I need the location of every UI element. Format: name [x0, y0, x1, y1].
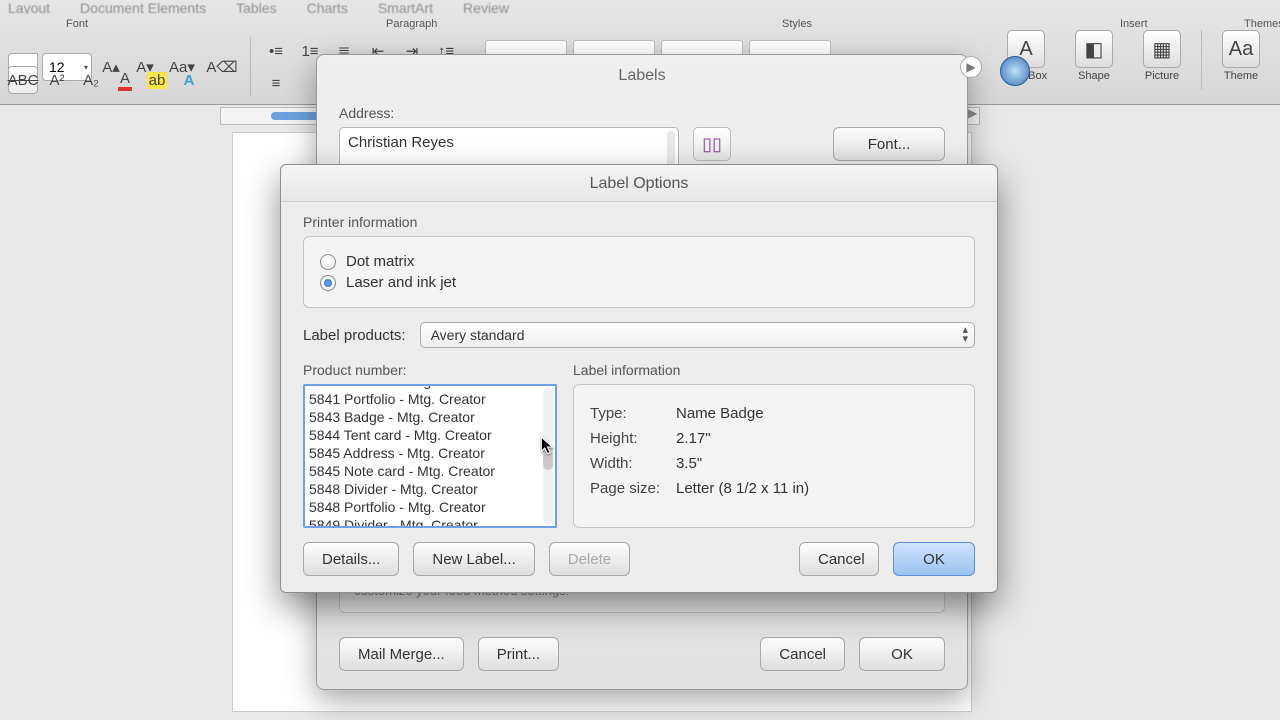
help-icon[interactable] — [1000, 56, 1030, 86]
address-label: Address: — [339, 105, 945, 121]
labels-dialog-title: Labels — [317, 55, 967, 91]
info-type-key: Type: — [590, 405, 676, 422]
section-paragraph: Paragraph — [386, 18, 437, 30]
details-button[interactable]: Details... — [303, 542, 399, 576]
tab-review[interactable]: Review — [463, 0, 509, 14]
radio-icon — [320, 254, 336, 270]
label-information-box: Type:Name Badge Height:2.17" Width:3.5" … — [573, 384, 975, 528]
product-number-label: Product number: — [303, 362, 557, 378]
section-insert: Insert — [1120, 18, 1148, 30]
label-products-dropdown[interactable]: Avery standard ▴▾ — [420, 322, 975, 348]
labels-ok-button[interactable]: OK — [859, 637, 945, 671]
radio-laser[interactable]: Laser and ink jet — [320, 274, 958, 291]
info-type-value: Name Badge — [676, 405, 764, 422]
info-width-value: 3.5" — [676, 455, 702, 472]
radio-icon — [320, 275, 336, 291]
insert-picture[interactable]: ▦Picture — [1133, 30, 1191, 82]
align-left-icon[interactable]: ≡ — [261, 69, 291, 97]
list-item[interactable]: 5845 Address - Mtg. Creator — [309, 444, 541, 462]
section-styles: Styles — [782, 18, 812, 30]
section-themes: Themes — [1244, 18, 1280, 30]
list-item[interactable]: 5849 Divider - Mtg. Creator — [309, 516, 541, 528]
strikethrough-icon[interactable]: ABC — [8, 66, 38, 94]
label-information-heading: Label information — [573, 362, 975, 378]
tab-charts[interactable]: Charts — [307, 0, 348, 14]
new-label-button[interactable]: New Label... — [413, 542, 534, 576]
info-height-key: Height: — [590, 430, 676, 447]
styles-scroll-right-icon[interactable]: ▶ — [960, 56, 982, 78]
delete-button[interactable]: Delete — [549, 542, 630, 576]
list-item[interactable]: 5848 Divider - Mtg. Creator — [309, 480, 541, 498]
list-item[interactable]: 5844 Tent card - Mtg. Creator — [309, 426, 541, 444]
section-font: Font — [66, 18, 88, 30]
contacts-button[interactable]: ▯▯ — [693, 127, 731, 161]
insert-shape[interactable]: ◧Shape — [1065, 30, 1123, 82]
list-item[interactable]: 5841 Portfolio - Mtg. Creator — [309, 390, 541, 408]
clear-formatting-icon[interactable]: A⌫ — [204, 53, 240, 81]
tab-layout[interactable]: Layout — [8, 0, 50, 14]
tab-tables[interactable]: Tables — [236, 0, 276, 14]
font-color-icon[interactable]: A — [110, 66, 140, 94]
label-options-dialog: Label Options Printer information Dot ma… — [280, 164, 998, 593]
font-button[interactable]: Font... — [833, 127, 945, 161]
ribbon-tabs: Layout Document Elements Tables Charts S… — [0, 0, 1280, 14]
list-item[interactable]: 5845 Note card - Mtg. Creator — [309, 462, 541, 480]
print-button[interactable]: Print... — [478, 637, 559, 671]
printer-info-label: Printer information — [303, 214, 975, 230]
options-cancel-button[interactable]: Cancel — [799, 542, 879, 576]
info-height-value: 2.17" — [676, 430, 711, 447]
info-page-value: Letter (8 1/2 x 11 in) — [676, 480, 809, 497]
label-options-title: Label Options — [281, 165, 997, 202]
info-width-key: Width: — [590, 455, 676, 472]
themes-button[interactable]: AaTheme — [1212, 30, 1270, 82]
info-page-key: Page size: — [590, 480, 676, 497]
bullets-icon[interactable]: •≡ — [261, 37, 291, 65]
label-products-label: Label products: — [303, 327, 406, 344]
highlight-color-icon[interactable]: ab — [142, 66, 172, 94]
chevron-updown-icon: ▴▾ — [962, 326, 968, 344]
themes-icon: Aa — [1222, 30, 1260, 68]
product-number-listbox[interactable]: 5840 Portfolio - Mtg. Creator 5841 Portf… — [303, 384, 557, 528]
subscript-icon[interactable]: A₂ — [76, 66, 106, 94]
picture-icon: ▦ — [1143, 30, 1181, 68]
tab-doc-elements[interactable]: Document Elements — [80, 0, 206, 14]
radio-dot-matrix[interactable]: Dot matrix — [320, 253, 958, 270]
printer-info-group: Dot matrix Laser and ink jet — [303, 236, 975, 308]
tab-smartart[interactable]: SmartArt — [378, 0, 433, 14]
options-ok-button[interactable]: OK — [893, 542, 975, 576]
address-book-icon: ▯▯ — [702, 134, 722, 155]
scrollbar-thumb[interactable] — [543, 444, 553, 470]
list-item[interactable]: 5848 Portfolio - Mtg. Creator — [309, 498, 541, 516]
text-effects-icon[interactable]: A — [174, 66, 204, 94]
superscript-icon[interactable]: A² — [42, 66, 72, 94]
ruler-chevron-icon[interactable]: ▶ — [968, 106, 984, 122]
labels-cancel-button[interactable]: Cancel — [760, 637, 845, 671]
shape-icon: ◧ — [1075, 30, 1113, 68]
list-item[interactable]: 5843 Badge - Mtg. Creator — [309, 408, 541, 426]
mail-merge-button[interactable]: Mail Merge... — [339, 637, 464, 671]
